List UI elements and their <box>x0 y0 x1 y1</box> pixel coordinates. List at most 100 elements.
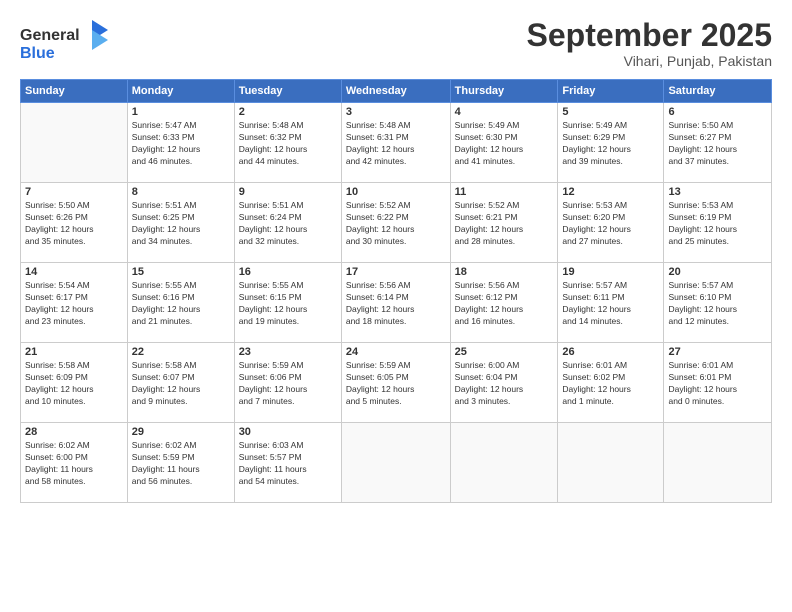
day-info: Sunrise: 6:00 AMSunset: 6:04 PMDaylight:… <box>455 360 554 408</box>
day-info: Sunrise: 5:49 AMSunset: 6:30 PMDaylight:… <box>455 120 554 168</box>
day-number: 15 <box>132 266 230 278</box>
day-info: Sunrise: 5:48 AMSunset: 6:31 PMDaylight:… <box>346 120 446 168</box>
day-number: 16 <box>239 266 337 278</box>
table-row: 30 Sunrise: 6:03 AMSunset: 5:57 PMDayligh… <box>234 423 341 503</box>
calendar-week-2: 14 Sunrise: 5:54 AMSunset: 6:17 PMDayligh… <box>21 263 772 343</box>
header: General Blue September 2025 Vihari, Punj… <box>20 18 772 69</box>
table-row: 6 Sunrise: 5:50 AMSunset: 6:27 PMDaylight… <box>664 103 772 183</box>
day-info: Sunrise: 5:55 AMSunset: 6:15 PMDaylight:… <box>239 280 337 328</box>
day-info: Sunrise: 5:52 AMSunset: 6:21 PMDaylight:… <box>455 200 554 248</box>
day-info: Sunrise: 5:53 AMSunset: 6:19 PMDaylight:… <box>668 200 767 248</box>
calendar-week-0: 1 Sunrise: 5:47 AMSunset: 6:33 PMDaylight… <box>21 103 772 183</box>
day-number: 22 <box>132 346 230 358</box>
calendar-week-1: 7 Sunrise: 5:50 AMSunset: 6:26 PMDaylight… <box>21 183 772 263</box>
table-row: 12Sunrise: 5:53 AMSunset: 6:20 PMDayligh… <box>558 183 664 263</box>
day-info: Sunrise: 5:58 AMSunset: 6:07 PMDaylight:… <box>132 360 230 408</box>
table-row: 9Sunrise: 5:51 AMSunset: 6:24 PMDaylight… <box>234 183 341 263</box>
day-info: Sunrise: 5:51 AMSunset: 6:25 PMDaylight:… <box>132 200 230 248</box>
table-row: 1 Sunrise: 5:47 AMSunset: 6:33 PMDaylight… <box>127 103 234 183</box>
table-row: 25 Sunrise: 6:00 AMSunset: 6:04 PMDayligh… <box>450 343 558 423</box>
day-info: Sunrise: 5:49 AMSunset: 6:29 PMDaylight:… <box>562 120 659 168</box>
day-info: Sunrise: 6:01 AMSunset: 6:01 PMDaylight:… <box>668 360 767 408</box>
day-info: Sunrise: 5:47 AMSunset: 6:33 PMDaylight:… <box>132 120 230 168</box>
svg-text:General: General <box>20 27 80 44</box>
col-sunday: Sunday <box>21 80 128 103</box>
day-number: 19 <box>562 266 659 278</box>
page: General Blue September 2025 Vihari, Punj… <box>0 0 792 612</box>
table-row: 19 Sunrise: 5:57 AMSunset: 6:11 PMDayligh… <box>558 263 664 343</box>
day-number: 2 <box>239 106 337 118</box>
table-row: 21Sunrise: 5:58 AMSunset: 6:09 PMDayligh… <box>21 343 128 423</box>
logo-block: General Blue <box>20 18 110 68</box>
table-row <box>558 423 664 503</box>
table-row: 10Sunrise: 5:52 AMSunset: 6:22 PMDayligh… <box>341 183 450 263</box>
day-number: 8 <box>132 186 230 198</box>
day-number: 27 <box>668 346 767 358</box>
col-monday: Monday <box>127 80 234 103</box>
table-row: 13 Sunrise: 5:53 AMSunset: 6:19 PMDayligh… <box>664 183 772 263</box>
table-row: 18 Sunrise: 5:56 AMSunset: 6:12 PMDayligh… <box>450 263 558 343</box>
day-info: Sunrise: 5:57 AMSunset: 6:10 PMDaylight:… <box>668 280 767 328</box>
table-row: 17Sunrise: 5:56 AMSunset: 6:14 PMDayligh… <box>341 263 450 343</box>
table-row: 26Sunrise: 6:01 AMSunset: 6:02 PMDayligh… <box>558 343 664 423</box>
logo: General Blue <box>20 18 110 68</box>
day-number: 26 <box>562 346 659 358</box>
table-row: 24 Sunrise: 5:59 AMSunset: 6:05 PMDayligh… <box>341 343 450 423</box>
table-row: 11 Sunrise: 5:52 AMSunset: 6:21 PMDayligh… <box>450 183 558 263</box>
table-row: 16 Sunrise: 5:55 AMSunset: 6:15 PMDayligh… <box>234 263 341 343</box>
day-number: 24 <box>346 346 446 358</box>
table-row: 28 Sunrise: 6:02 AMSunset: 6:00 PMDayligh… <box>21 423 128 503</box>
day-info: Sunrise: 5:50 AMSunset: 6:26 PMDaylight:… <box>25 200 123 248</box>
table-row: 2 Sunrise: 5:48 AMSunset: 6:32 PMDaylight… <box>234 103 341 183</box>
table-row: 7 Sunrise: 5:50 AMSunset: 6:26 PMDaylight… <box>21 183 128 263</box>
day-number: 23 <box>239 346 337 358</box>
table-row: 3Sunrise: 5:48 AMSunset: 6:31 PMDaylight… <box>341 103 450 183</box>
day-info: Sunrise: 5:56 AMSunset: 6:12 PMDaylight:… <box>455 280 554 328</box>
day-info: Sunrise: 5:48 AMSunset: 6:32 PMDaylight:… <box>239 120 337 168</box>
table-row <box>664 423 772 503</box>
calendar-week-3: 21Sunrise: 5:58 AMSunset: 6:09 PMDayligh… <box>21 343 772 423</box>
day-number: 10 <box>346 186 446 198</box>
table-row: 20Sunrise: 5:57 AMSunset: 6:10 PMDayligh… <box>664 263 772 343</box>
day-number: 13 <box>668 186 767 198</box>
col-wednesday: Wednesday <box>341 80 450 103</box>
day-info: Sunrise: 6:03 AMSunset: 5:57 PMDaylight:… <box>239 440 337 488</box>
table-row: 27 Sunrise: 6:01 AMSunset: 6:01 PMDayligh… <box>664 343 772 423</box>
table-row: 23 Sunrise: 5:59 AMSunset: 6:06 PMDayligh… <box>234 343 341 423</box>
table-row: 5Sunrise: 5:49 AMSunset: 6:29 PMDaylight… <box>558 103 664 183</box>
table-row <box>341 423 450 503</box>
col-tuesday: Tuesday <box>234 80 341 103</box>
day-number: 6 <box>668 106 767 118</box>
col-friday: Friday <box>558 80 664 103</box>
day-info: Sunrise: 5:59 AMSunset: 6:06 PMDaylight:… <box>239 360 337 408</box>
table-row: 14 Sunrise: 5:54 AMSunset: 6:17 PMDayligh… <box>21 263 128 343</box>
day-info: Sunrise: 6:02 AMSunset: 5:59 PMDaylight:… <box>132 440 230 488</box>
col-thursday: Thursday <box>450 80 558 103</box>
day-number: 7 <box>25 186 123 198</box>
day-info: Sunrise: 6:02 AMSunset: 6:00 PMDaylight:… <box>25 440 123 488</box>
col-saturday: Saturday <box>664 80 772 103</box>
day-info: Sunrise: 5:56 AMSunset: 6:14 PMDaylight:… <box>346 280 446 328</box>
day-number: 11 <box>455 186 554 198</box>
day-number: 4 <box>455 106 554 118</box>
day-number: 25 <box>455 346 554 358</box>
calendar-table: Sunday Monday Tuesday Wednesday Thursday… <box>20 79 772 503</box>
table-row <box>21 103 128 183</box>
day-number: 30 <box>239 426 337 438</box>
day-number: 1 <box>132 106 230 118</box>
table-row <box>450 423 558 503</box>
day-info: Sunrise: 5:59 AMSunset: 6:05 PMDaylight:… <box>346 360 446 408</box>
day-number: 18 <box>455 266 554 278</box>
subtitle: Vihari, Punjab, Pakistan <box>527 53 772 69</box>
logo-svg: General Blue <box>20 18 110 63</box>
day-info: Sunrise: 5:50 AMSunset: 6:27 PMDaylight:… <box>668 120 767 168</box>
day-info: Sunrise: 5:55 AMSunset: 6:16 PMDaylight:… <box>132 280 230 328</box>
table-row: 29Sunrise: 6:02 AMSunset: 5:59 PMDayligh… <box>127 423 234 503</box>
day-info: Sunrise: 5:54 AMSunset: 6:17 PMDaylight:… <box>25 280 123 328</box>
day-number: 28 <box>25 426 123 438</box>
day-info: Sunrise: 5:53 AMSunset: 6:20 PMDaylight:… <box>562 200 659 248</box>
day-info: Sunrise: 5:57 AMSunset: 6:11 PMDaylight:… <box>562 280 659 328</box>
day-number: 9 <box>239 186 337 198</box>
day-info: Sunrise: 5:58 AMSunset: 6:09 PMDaylight:… <box>25 360 123 408</box>
day-number: 14 <box>25 266 123 278</box>
